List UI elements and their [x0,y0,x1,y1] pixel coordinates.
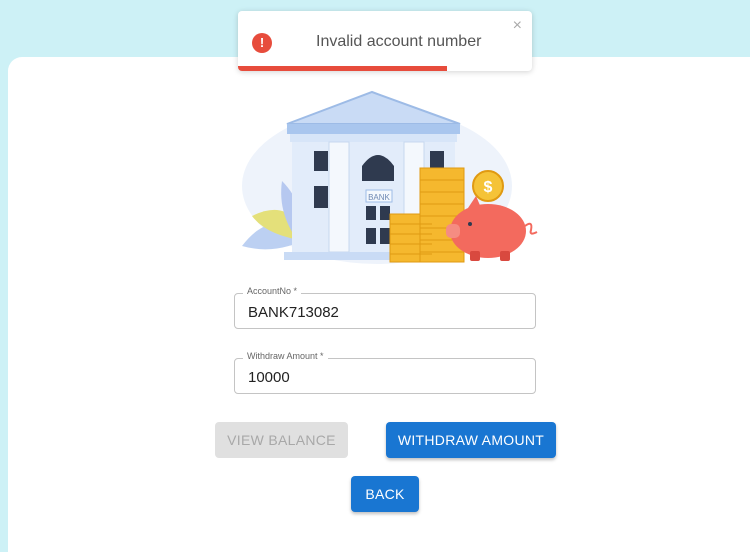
withdraw-amount-field[interactable]: Withdraw Amount * [234,351,536,394]
withdraw-amount-input[interactable] [235,359,535,393]
toast-message: Invalid account number [316,33,482,50]
bank-illustration: BANK $ [242,90,538,264]
error-icon: ! [252,33,272,53]
error-toast: ! Invalid account number × [238,11,532,71]
coin-symbol: $ [484,179,493,196]
toast-progress-track [238,66,532,71]
account-number-input[interactable] [235,294,535,328]
bank-sign: BANK [368,193,390,202]
back-button[interactable]: BACK [351,476,419,512]
withdraw-amount-button[interactable]: WITHDRAW AMOUNT [386,422,556,458]
close-icon[interactable]: × [513,17,522,35]
view-balance-button[interactable]: VIEW BALANCE [215,422,348,458]
toast-progress-bar [238,66,447,71]
account-number-field[interactable]: AccountNo * [234,286,536,329]
